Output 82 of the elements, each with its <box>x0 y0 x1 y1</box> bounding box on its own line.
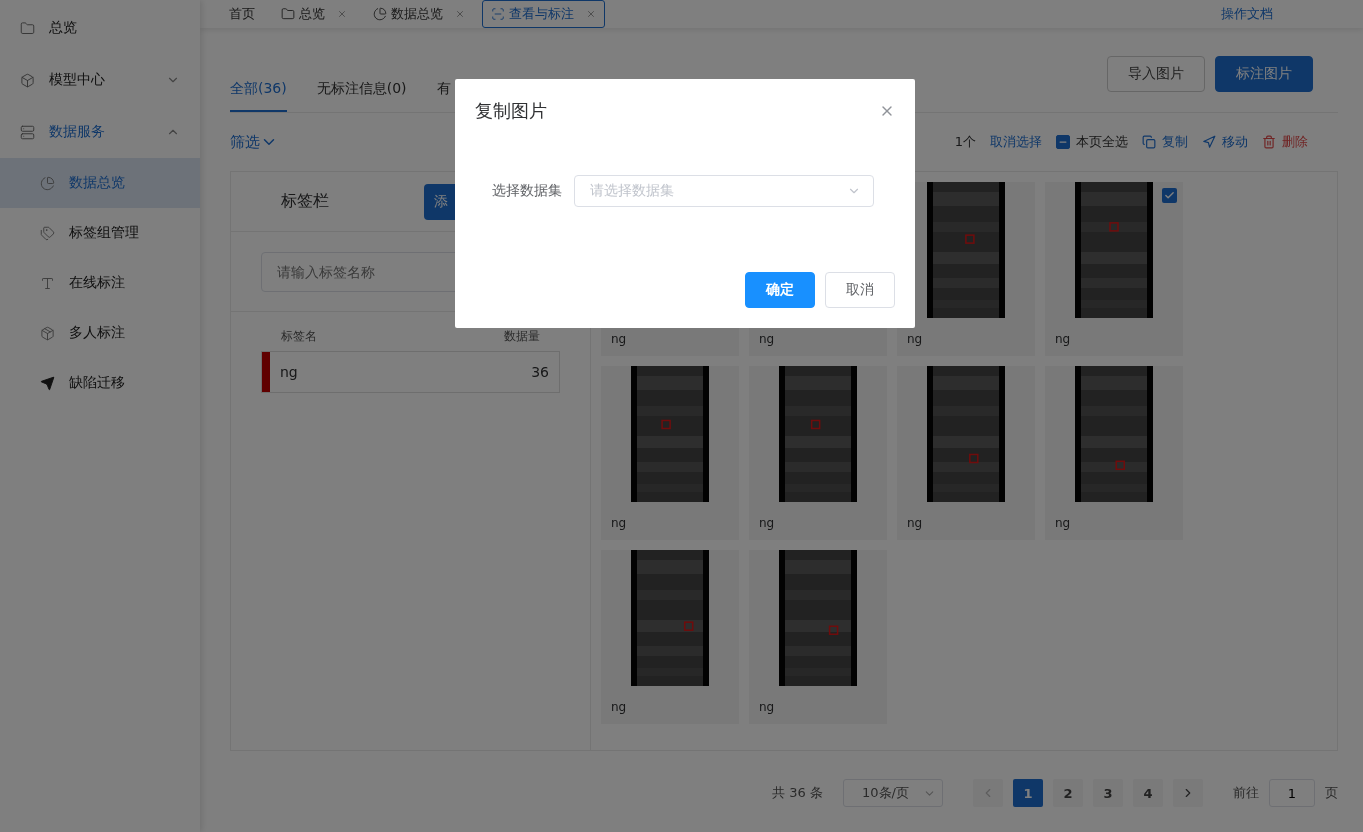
image-label: ng <box>1054 331 1072 346</box>
close-icon[interactable] <box>455 9 465 19</box>
pie-chart-icon <box>373 7 387 21</box>
next-page-button[interactable] <box>1173 779 1203 807</box>
page-tab[interactable]: 首页 <box>220 0 264 28</box>
annotate-button[interactable]: 标注图片 <box>1215 56 1313 92</box>
goto-label: 前往 <box>1233 784 1259 802</box>
cancel-button[interactable]: 取消 <box>825 272 895 308</box>
panel-title: 标签栏 <box>281 191 329 212</box>
text-box-icon <box>40 275 55 291</box>
image-card[interactable]: ng <box>601 550 739 724</box>
image-label: ng <box>758 699 776 714</box>
paper-plane-icon <box>40 375 55 391</box>
checkbox[interactable] <box>1056 135 1070 149</box>
copy-icon <box>1142 135 1156 149</box>
image-card[interactable]: ng <box>601 366 739 540</box>
page-tab[interactable]: 数据总览 <box>364 0 474 28</box>
column-header: 数据量 <box>504 328 540 345</box>
image-card[interactable]: ng <box>749 550 887 724</box>
image-label: ng <box>906 331 924 346</box>
image-label: ng <box>906 515 924 530</box>
copy-button[interactable]: 复制 <box>1142 133 1188 151</box>
image-label: ng <box>610 331 628 346</box>
page-button[interactable]: 4 <box>1133 779 1163 807</box>
filter-button[interactable]: 筛选 <box>230 132 278 152</box>
tag-icon <box>40 225 55 241</box>
folder-icon <box>20 20 35 36</box>
sidebar-item[interactable]: 总览 <box>0 2 200 54</box>
sidebar-item[interactable]: 数据总览 <box>0 158 200 208</box>
filter-tab[interactable]: 有 <box>436 80 451 112</box>
filter-tab[interactable]: 全部(36) <box>230 80 287 112</box>
sidebar-item[interactable]: 数据服务 <box>0 106 200 158</box>
image-card[interactable]: ng <box>1045 366 1183 540</box>
sidebar-item[interactable]: 标签组管理 <box>0 208 200 258</box>
sidebar-item[interactable]: 在线标注 <box>0 258 200 308</box>
image-label: ng <box>610 515 628 530</box>
page-button[interactable]: 2 <box>1053 779 1083 807</box>
pie-chart-icon <box>40 175 55 191</box>
page-button[interactable]: 3 <box>1093 779 1123 807</box>
cube-icon <box>20 72 35 88</box>
close-icon[interactable] <box>586 9 596 19</box>
confirm-button[interactable]: 确定 <box>745 272 815 308</box>
trash-icon <box>1262 135 1276 149</box>
move-button[interactable]: 移动 <box>1202 133 1248 151</box>
page-button[interactable]: 1 <box>1013 779 1043 807</box>
paper-plane-icon <box>1202 135 1216 149</box>
checkbox[interactable] <box>1162 188 1177 203</box>
scan-icon <box>491 7 505 21</box>
page-tab[interactable]: 总览 <box>272 0 356 28</box>
image-card[interactable]: ng <box>1045 182 1183 356</box>
package-icon <box>40 325 55 341</box>
close-icon[interactable] <box>337 9 347 19</box>
delete-button[interactable]: 删除 <box>1262 133 1308 151</box>
selected-count: 1个 <box>954 133 976 151</box>
page-tab[interactable]: 查看与标注 <box>482 0 605 28</box>
goto-page-field[interactable]: 1 <box>1269 779 1315 807</box>
cancel-selection-link[interactable]: 取消选择 <box>990 133 1042 151</box>
field-label: 选择数据集 <box>492 182 562 200</box>
page-suffix: 页 <box>1325 784 1338 802</box>
folder-icon <box>281 7 295 21</box>
image-card[interactable]: ng <box>749 366 887 540</box>
sidebar-item[interactable]: 缺陷迁移 <box>0 358 200 408</box>
import-button[interactable]: 导入图片 <box>1107 56 1205 92</box>
total-count: 共 36 条 <box>772 784 823 802</box>
sidebar-item[interactable]: 模型中心 <box>0 54 200 106</box>
image-label: ng <box>758 515 776 530</box>
column-header: 标签名 <box>281 328 317 345</box>
filter-tab[interactable]: 无标注信息(0) <box>316 80 407 112</box>
image-label: ng <box>610 699 628 714</box>
image-label: ng <box>758 331 776 346</box>
page-size-select[interactable]: 10条/页 <box>843 779 943 807</box>
image-label: ng <box>1054 515 1072 530</box>
sidebar-item[interactable]: 多人标注 <box>0 308 200 358</box>
docs-link[interactable]: 操作文档 <box>1221 5 1273 23</box>
image-card[interactable]: ng <box>897 366 1035 540</box>
check-icon <box>1164 190 1175 201</box>
table-cell-text: ng <box>279 364 299 380</box>
table-cell-text: 36 <box>530 364 550 380</box>
select-page-label: 本页全选 <box>1076 133 1128 151</box>
dialog-title: 复制图片 <box>475 99 547 123</box>
server-icon <box>20 124 35 140</box>
prev-page-button[interactable] <box>973 779 1003 807</box>
